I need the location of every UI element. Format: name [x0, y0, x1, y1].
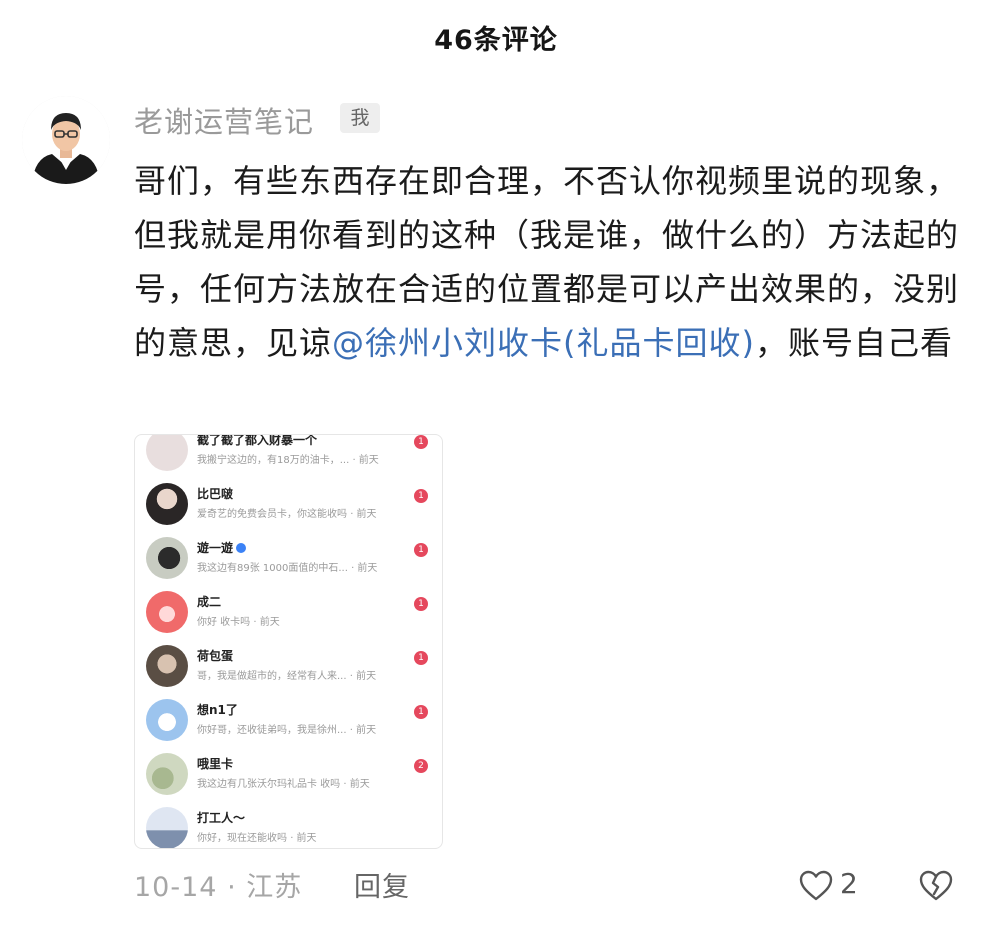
message-row: 荷包蛋 哥，我是做超市的，经常有人来... · 前天 1: [135, 637, 442, 691]
author-avatar[interactable]: [22, 96, 110, 184]
user-mention-link[interactable]: @徐州小刘收卡(礼品卡回收): [332, 324, 755, 362]
attached-screenshot[interactable]: 截了截了都入财暴一个 我搬宁这边的，有18万的油卡，... · 前天 1 比巴啵…: [134, 434, 443, 849]
message-avatar: [146, 807, 188, 848]
message-sender: 比巴啵: [197, 487, 234, 501]
message-row: 比巴啵 爱奇艺的免费会员卡，你这能收吗 · 前天 1: [135, 475, 442, 529]
message-preview: 你好哥，还收徒弟吗，我是徐州... · 前天: [197, 725, 377, 736]
comment-date: 10-14: [134, 872, 218, 903]
unread-badge: 1: [414, 435, 428, 449]
comment-body-tail: ，账号自己看: [755, 324, 954, 362]
message-preview: 我这边有几张沃尔玛礼品卡 收吗 · 前天: [197, 779, 370, 790]
message-avatar: [146, 591, 188, 633]
unread-badge: 1: [414, 597, 428, 611]
message-avatar: [146, 435, 188, 471]
unread-badge: 1: [414, 489, 428, 503]
message-sender: 荷包蛋: [197, 649, 234, 663]
message-row: 想n1了 你好哥，还收徒弟吗，我是徐州... · 前天 1: [135, 691, 442, 745]
message-avatar: [146, 645, 188, 687]
broken-heart-icon[interactable]: [918, 868, 954, 904]
unread-badge: 1: [414, 651, 428, 665]
comment-meta: 10-14 · 江苏: [134, 872, 303, 903]
message-preview: 我这边有89张 1000面值的中石... · 前天: [197, 563, 378, 574]
message-avatar: [146, 537, 188, 579]
reply-button[interactable]: 回复: [354, 865, 410, 904]
message-sender: 打工人～: [197, 811, 246, 825]
message-row: 截了截了都入财暴一个 我搬宁这边的，有18万的油卡，... · 前天 1: [135, 434, 442, 475]
message-sender: 遊一遊: [197, 539, 247, 556]
message-sender: 哦里卡: [197, 757, 234, 771]
message-preview: 我搬宁这边的，有18万的油卡，... · 前天: [197, 455, 379, 466]
unread-badge: 1: [414, 705, 428, 719]
comments-header-title: 46条评论: [434, 25, 558, 56]
author-name[interactable]: 老谢运营笔记: [134, 99, 314, 141]
unread-badge: 1: [414, 543, 428, 557]
message-row: 哦里卡 我这边有几张沃尔玛礼品卡 收吗 · 前天 2: [135, 745, 442, 799]
heart-outline-icon[interactable]: [798, 868, 834, 904]
author-self-badge: 我: [340, 103, 380, 133]
message-row: 打工人～ 你好，现在还能收吗 · 前天: [135, 799, 442, 848]
message-row: 成二 你好 收卡吗 · 前天 1: [135, 583, 442, 637]
message-preview: 你好 收卡吗 · 前天: [197, 617, 280, 628]
comment-location: 江苏: [246, 872, 303, 903]
message-avatar: [146, 753, 188, 795]
message-avatar: [146, 699, 188, 741]
verified-icon: [236, 542, 247, 553]
message-sender: 想n1了: [197, 703, 238, 717]
message-avatar: [146, 483, 188, 525]
message-sender: 成二: [197, 595, 222, 609]
message-row: 遊一遊 我这边有89张 1000面值的中石... · 前天 1: [135, 529, 442, 583]
comment-text: 哥们，有些东西存在即合理，不否认你视频里说的现象，但我就是用你看到的这种（我是谁…: [134, 154, 964, 370]
message-preview: 哥，我是做超市的，经常有人来... · 前天: [197, 671, 377, 682]
message-preview: 你好，现在还能收吗 · 前天: [197, 833, 317, 844]
unread-badge: 2: [414, 759, 428, 773]
message-preview: 爱奇艺的免费会员卡，你这能收吗 · 前天: [197, 509, 377, 520]
message-sender: 截了截了都入财暴一个: [197, 434, 318, 447]
like-count: 2: [840, 867, 858, 900]
